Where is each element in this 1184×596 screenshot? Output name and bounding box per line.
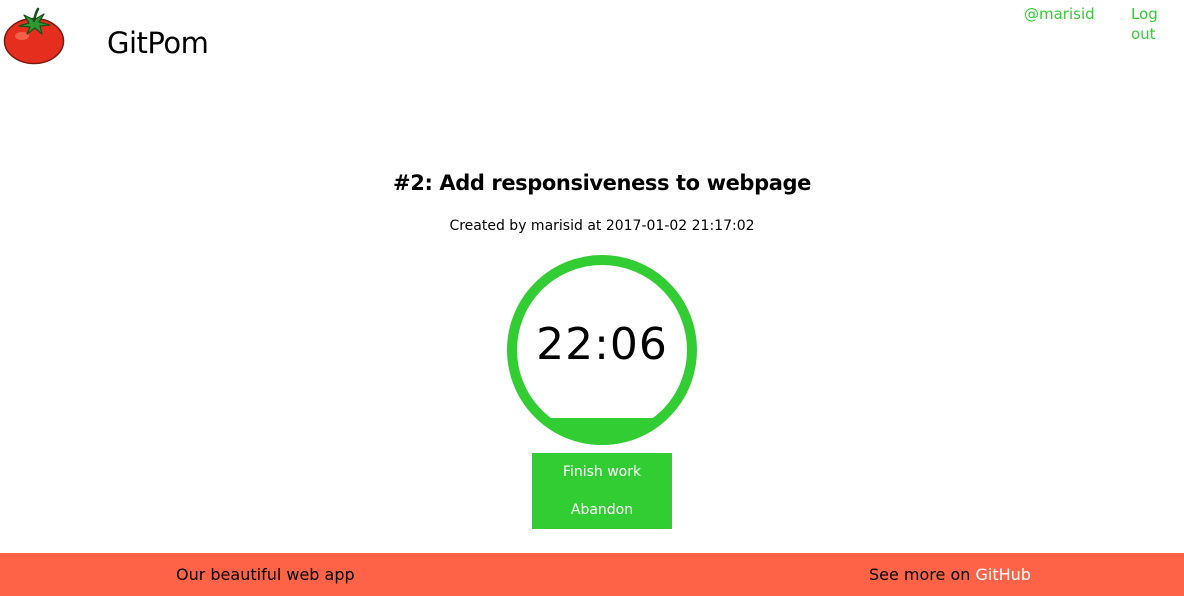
user-profile-link[interactable]: @marisid [1024, 4, 1095, 24]
footer: Our beautiful web app See more on GitHub [0, 553, 1184, 596]
task-meta: Created by marisid at 2017-01-02 21:17:0… [449, 218, 755, 234]
logout-link[interactable]: Log out [1131, 4, 1184, 44]
github-link[interactable]: GitHub [975, 565, 1030, 584]
page: GitPom @marisid Log out #2: Add responsi… [0, 0, 1184, 596]
finish-work-button[interactable]: Finish work [532, 453, 672, 491]
footer-tagline: Our beautiful web app [176, 565, 355, 584]
abandon-button[interactable]: Abandon [532, 491, 672, 529]
timer-display: 22:06 [536, 319, 668, 370]
footer-see-more: See more on GitHub [869, 564, 1031, 586]
action-button-group: Finish work Abandon [532, 453, 672, 529]
timer: 22:06 [507, 255, 697, 445]
footer-see-more-text: See more on [869, 565, 976, 584]
task-title: #2: Add responsiveness to webpage [393, 171, 811, 195]
brand-title[interactable]: GitPom [107, 24, 209, 62]
tomato-logo-icon[interactable] [2, 6, 66, 66]
